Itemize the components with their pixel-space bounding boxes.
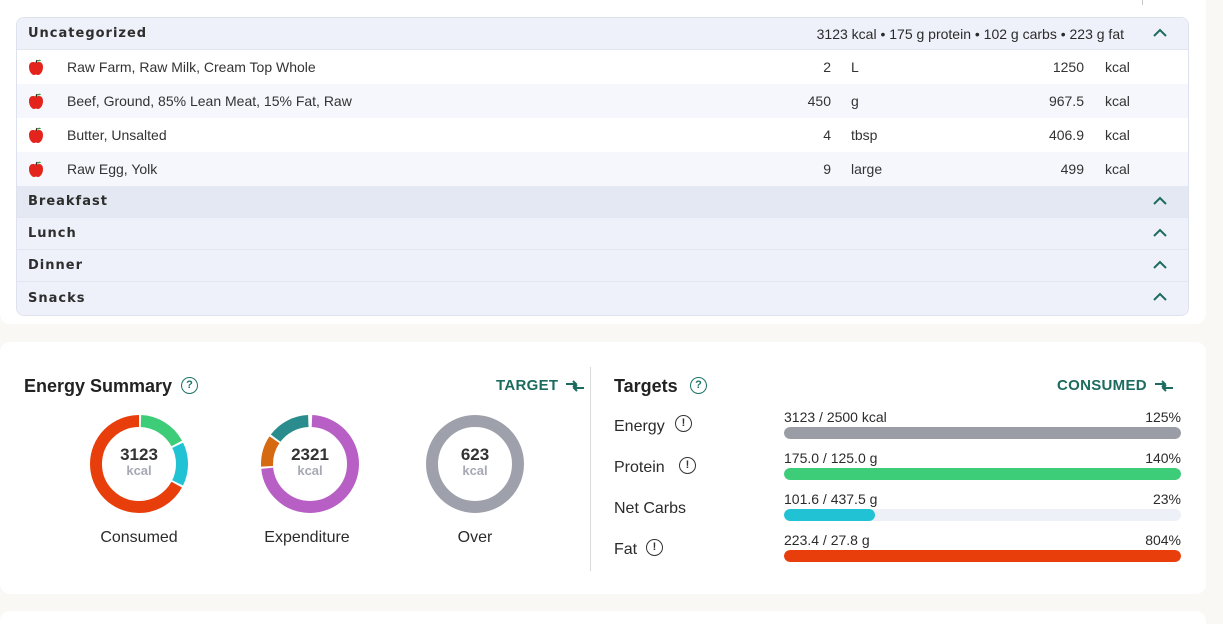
target-bar-fat [784,550,1181,562]
target-name-energy: Energy [614,418,665,435]
food-unit: tbsp [851,127,878,143]
chevron-up-icon[interactable] [1152,259,1168,271]
food-row[interactable]: Raw Farm, Raw Milk, Cream Top Whole 2 L … [17,50,1188,84]
swap-arrows-icon [1154,379,1173,392]
food-unit: large [851,161,883,177]
group-header-breakfast[interactable]: Breakfast [17,186,1188,218]
food-row[interactable]: Raw Egg, Yolk 9 large 499 kcal [17,152,1188,186]
over-label: Over [457,529,493,546]
chevron-up-icon[interactable] [1152,27,1168,39]
food-row[interactable]: Beef, Ground, 85% Lean Meat, 15% Fat, Ra… [17,84,1188,118]
target-percent-energy: 125% [1145,409,1181,425]
food-energy: 1250 [1052,59,1084,75]
food-row[interactable]: Butter, Unsalted 4 tbsp 406.9 kcal [17,118,1188,152]
target-toggle-label: TARGET [496,377,559,394]
food-energy: 406.9 [1048,127,1084,143]
expenditure-donut: 2321 kcal [260,414,360,514]
consumed-unit: kcal [126,463,152,478]
target-value-fat: 223.4 / 27.8 g [784,532,870,548]
group-header-dinner[interactable]: Dinner [17,250,1188,282]
target-name-fat: Fat [614,541,638,558]
over-value: 623 [460,445,490,464]
food-quantity: 4 [823,127,831,143]
target-toggle-button[interactable]: TARGET [496,377,586,394]
target-percent-fat: 804% [1145,532,1181,548]
target-bar-net-carbs [784,509,1181,521]
food-energy: 499 [1060,161,1084,177]
targets-title: Targets [614,376,678,396]
food-unit: L [851,59,859,75]
target-bar-fill-protein [784,468,1181,480]
energy-summary-title: Energy Summary [24,376,173,396]
swap-arrows-icon [566,379,585,392]
chevron-up-icon[interactable] [1152,227,1168,239]
apple-icon [28,59,44,76]
help-icon[interactable]: ? [690,377,707,394]
help-icon[interactable]: ? [181,377,198,394]
meal-groups: Uncategorized 3123 kcal • 175 g protein … [16,17,1189,316]
food-energy-unit: kcal [1105,59,1130,75]
target-name-net-carbs: Net Carbs [614,500,687,517]
group-name: Uncategorized [28,26,148,41]
food-unit: g [851,93,859,109]
consumed-label: Consumed [100,529,178,546]
apple-icon [28,93,44,110]
food-energy-unit: kcal [1105,127,1130,143]
apple-icon [28,161,44,178]
target-bar-fill-net-carbs [784,509,876,521]
food-energy-unit: kcal [1105,161,1130,177]
expenditure-value: 2321 [291,445,329,464]
food-energy: 967.5 [1048,93,1084,109]
consumed-donut: 3123 kcal [89,414,189,514]
section-divider [590,367,591,571]
target-bar-fill-energy [784,427,1181,439]
apple-icon [28,127,44,144]
group-header-uncategorized[interactable]: Uncategorized 3123 kcal • 175 g protein … [17,18,1188,50]
target-bar-energy [784,427,1181,439]
consumed-toggle-button[interactable]: CONSUMED [1057,377,1175,394]
target-value-energy: 3123 / 2500 kcal [784,409,887,425]
group-name: Breakfast [28,194,108,209]
consumed-value: 3123 [120,445,158,464]
alert-icon[interactable]: ! [679,457,696,474]
target-value-protein: 175.0 / 125.0 g [784,450,878,466]
target-percent-net-carbs: 23% [1152,491,1181,507]
food-name: Raw Farm, Raw Milk, Cream Top Whole [67,59,316,75]
chevron-up-icon[interactable] [1152,291,1168,303]
food-name: Butter, Unsalted [67,127,167,143]
group-name: Dinner [28,258,83,273]
consumed-toggle-label: CONSUMED [1057,377,1147,394]
food-name: Beef, Ground, 85% Lean Meat, 15% Fat, Ra… [67,93,352,109]
food-name: Raw Egg, Yolk [67,161,158,177]
group-name: Lunch [28,226,77,241]
group-nutrition-summary: 3123 kcal • 175 g protein • 102 g carbs … [816,25,1124,42]
scroll-marker [1142,0,1143,5]
chevron-up-icon[interactable] [1152,195,1168,207]
food-quantity: 2 [823,59,831,75]
over-donut: 623 kcal [425,414,525,514]
next-card [0,611,1206,624]
group-header-lunch[interactable]: Lunch [17,218,1188,250]
group-header-snacks[interactable]: Snacks [17,282,1188,315]
target-bar-fill-fat [784,550,1181,562]
target-percent-protein: 140% [1145,450,1181,466]
food-energy-unit: kcal [1105,93,1130,109]
target-value-net-carbs: 101.6 / 437.5 g [784,491,878,507]
alert-icon[interactable]: ! [646,539,663,556]
expenditure-unit: kcal [297,463,323,478]
alert-icon[interactable]: ! [675,415,692,432]
food-quantity: 450 [807,93,831,109]
expenditure-label: Expenditure [264,529,350,546]
group-name: Snacks [28,291,86,306]
target-bar-protein [784,468,1181,480]
target-name-protein: Protein [614,459,665,476]
food-quantity: 9 [823,161,831,177]
over-unit: kcal [462,463,488,478]
